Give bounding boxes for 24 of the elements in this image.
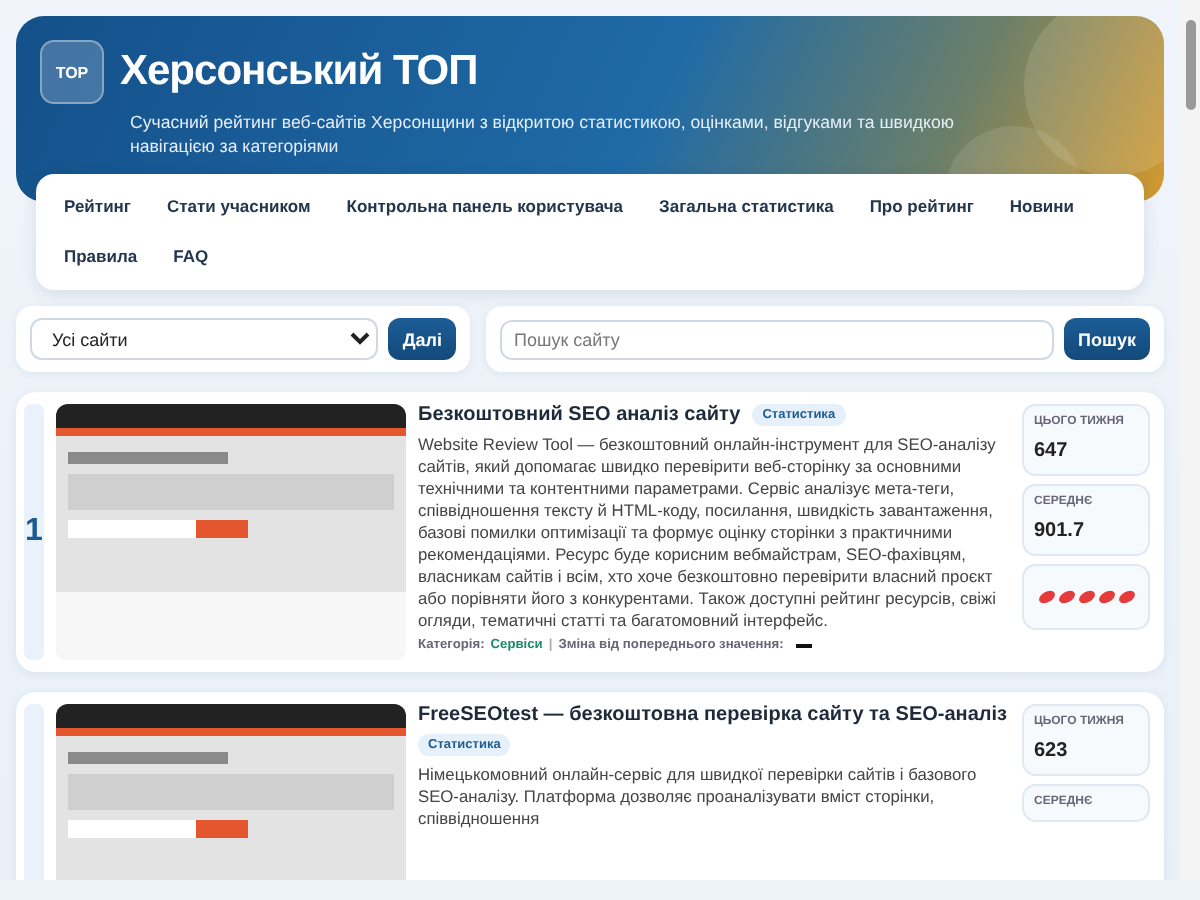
site-description: Website Review Tool — безкоштовний онлайн-інструмент для SEO-аналізу сайтів, який допомагає швидко перевірити веб-сторінку за основними технічними та контентними параметрами. Сервіс аналізує мета-теги, співвідношення тексту й HTML-коду, посилання, швидкість завантаження, базові помилки оптимізації та формує оцінку сторінки з практичними рекомендаціями. Ресурс буде корисним вебмайстрам, SEO-фахівцям, власникам сайтів і всім, хто хоче безкоштовно перевірити власний проєкт або порівняти його з конкурентами. Також доступні рейтинг ресурсів, свіжі огляди, тематичні статті та багатомовний інтерфейс. <box>418 434 999 632</box>
nav-link[interactable]: Стати учасником <box>150 182 327 232</box>
nav-link[interactable]: Загальна статистика <box>643 182 850 232</box>
site-description: Німецькомовний онлайн-сервіс для швидкої перевірки сайтів і базового SEO-аналізу. Платформа дозволяє проаналізувати вміст сторінки, співвідношення <box>418 764 979 830</box>
stat-value: 647 <box>1034 440 1070 462</box>
site-title[interactable]: Безкоштовний SEO аналіз сайту <box>418 404 741 426</box>
search-button[interactable]: Пошук <box>1064 318 1150 360</box>
rank-number: 1 <box>24 404 44 660</box>
stat-value: 901.7 <box>1034 520 1087 542</box>
site-title[interactable]: FreeSEOtest — безкоштовна перевірка сайту та SEO-аналіз <box>418 704 1007 726</box>
nav-link[interactable]: Про рейтинг <box>853 182 990 232</box>
search-field[interactable]: Пошук сайту <box>500 319 1055 359</box>
stat-value: 623 <box>1034 740 1070 762</box>
site-title: Херсонський ТОП <box>120 48 478 96</box>
site-subtitle: Сучасний рейтинг веб-сайтів Херсонщини з відкритою статистикою, оцінками, відгуками та швидкою навігацією за категоріями <box>130 110 956 158</box>
category-select[interactable]: Усі сайти <box>30 318 379 360</box>
nav-link[interactable]: Рейтинг <box>48 182 147 232</box>
nav-link[interactable]: FAQ <box>157 232 225 282</box>
logo[interactable]: TOP <box>40 40 104 104</box>
nav-link[interactable]: Правила <box>48 232 154 282</box>
nav-link[interactable]: Новини <box>993 182 1091 232</box>
nav-link[interactable]: Контрольна панель користувача <box>330 182 640 232</box>
scrollbar[interactable] <box>1180 0 1200 880</box>
next-button[interactable]: Далі <box>388 318 456 360</box>
